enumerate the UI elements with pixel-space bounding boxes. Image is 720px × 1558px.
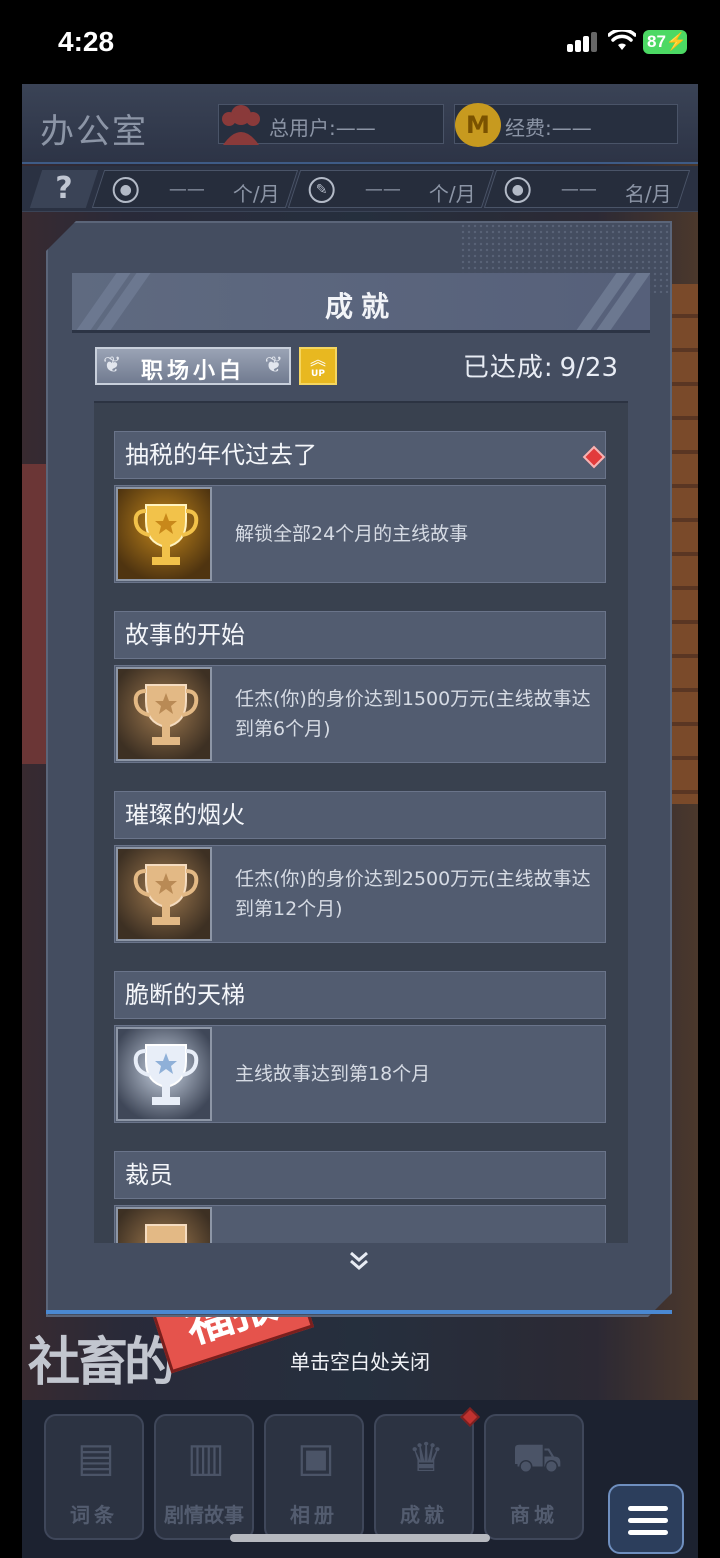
trophy-bronze-icon xyxy=(116,847,212,941)
battery-icon: 87⚡ xyxy=(643,30,687,54)
laurel-right-icon: ❦ xyxy=(264,353,283,378)
achievement-item[interactable]: 脆断的天梯 主线故事达到第18个月 xyxy=(114,971,606,1123)
trophy-icon xyxy=(132,859,200,933)
achievement-name: 故事的开始 xyxy=(114,611,606,659)
double-chevron-down-icon xyxy=(348,1251,370,1271)
achievement-body: 主线故事达到第18个月 xyxy=(114,1025,606,1123)
funds-box: M 经费:—— xyxy=(454,103,678,147)
total-users-label: 总用户:—— xyxy=(269,116,376,140)
notebook-icon: ▤ xyxy=(77,1435,115,1481)
nav-label: 剧情故事 xyxy=(164,1503,244,1527)
dialog-edge-accent xyxy=(46,1310,672,1314)
achievement-item[interactable]: 裁员 xyxy=(114,1151,606,1243)
achievement-name: 璀璨的烟火 xyxy=(114,791,606,839)
rate-person: ● —— 名/月 xyxy=(483,170,691,208)
rate-lightbulb: ● —— 个/月 xyxy=(91,170,299,208)
person-icon: ● xyxy=(504,177,531,203)
menu-icon xyxy=(628,1506,668,1511)
achievement-description: 主线故事达到第18个月 xyxy=(235,1063,431,1085)
cart-icon: ⛟ xyxy=(512,1435,563,1481)
lightbulb-icon: ● xyxy=(112,177,139,203)
up-label: UP xyxy=(311,369,325,379)
close-hint: 单击空白处关闭 xyxy=(290,1350,430,1374)
achievement-name: 脆断的天梯 xyxy=(114,971,606,1019)
achievement-body: 任杰(你)的身价达到1500万元(主线故事达到第6个月) xyxy=(114,665,606,763)
achievement-item[interactable]: 故事的开始 任杰(你)的身价达到1500万元(主线故事达到第6个月) xyxy=(114,611,606,763)
achievement-body: 解锁全部24个月的主线故事 xyxy=(114,485,606,583)
battery-level: 87 xyxy=(647,32,666,51)
photo-icon: ▣ xyxy=(297,1435,335,1481)
trophy-bronze-icon xyxy=(116,1207,212,1243)
nav-label: 相册 xyxy=(290,1503,338,1527)
total-users-box: 总用户:—— xyxy=(218,104,444,145)
achievement-name: 抽税的年代过去了 xyxy=(114,431,606,479)
rank-badge: ❦ 职场小白 ❦ xyxy=(95,347,291,385)
nav-entries[interactable]: ▤ 词条 xyxy=(44,1414,144,1540)
achievement-item[interactable]: 璀璨的烟火 任杰(你)的身价达到2500万元(主线故事达到第12个月) xyxy=(114,791,606,943)
menu-icon-line xyxy=(628,1530,668,1535)
rate-wrench: ✎ —— 个/月 xyxy=(287,170,495,208)
page-title: 办公室 xyxy=(40,112,148,152)
trophy-icon xyxy=(132,1219,200,1243)
coin-icon: M xyxy=(455,103,501,147)
help-button[interactable]: ? xyxy=(29,170,99,208)
achievement-body xyxy=(114,1205,606,1243)
rate-value: —— xyxy=(364,179,401,200)
rate-unit: 名/月 xyxy=(625,182,672,206)
achievement-description xyxy=(235,1206,595,1243)
status-time: 4:28 xyxy=(58,26,115,57)
trophy-icon xyxy=(132,1039,200,1113)
trophy-icon xyxy=(132,679,200,753)
trophy-silver-icon xyxy=(116,1027,212,1121)
rate-unit: 个/月 xyxy=(429,182,476,206)
scroll-more-button[interactable] xyxy=(48,1251,670,1276)
nav-album[interactable]: ▣ 相册 xyxy=(264,1414,364,1540)
achievement-list[interactable]: 抽税的年代过去了 解锁全部24个月的主线故事 故事的开始 任杰(你)的身价达到1… xyxy=(94,401,628,1243)
achievements-dialog: 成就 ❦ 职场小白 ❦ ︽ UP 已达成: 9/23 抽税的年代过去了 解锁全部… xyxy=(46,221,672,1317)
book-icon: ▥ xyxy=(187,1435,225,1481)
trophy-gold-icon xyxy=(116,487,212,581)
funds-label: 经费:—— xyxy=(505,116,592,140)
menu-icon-line xyxy=(628,1518,668,1523)
nav-label: 词条 xyxy=(70,1503,118,1527)
users-icon xyxy=(222,105,260,145)
achievement-description: 任杰(你)的身价达到1500万元(主线故事达到第6个月) xyxy=(235,688,591,740)
achievement-body: 任杰(你)的身价达到2500万元(主线故事达到第12个月) xyxy=(114,845,606,943)
trophy-bronze-icon xyxy=(116,667,212,761)
achievement-item[interactable]: 抽税的年代过去了 解锁全部24个月的主线故事 xyxy=(114,431,606,583)
nav-achievements[interactable]: ♛ 成就 xyxy=(374,1414,474,1540)
nav-label: 商城 xyxy=(510,1503,558,1527)
office-header: 办公室 总用户:—— M 经费:—— xyxy=(22,84,698,164)
achievement-name: 裁员 xyxy=(114,1151,606,1199)
rates-bar: ? ● —— 个/月 ✎ —— 个/月 ● —— 名/月 xyxy=(22,166,698,212)
rate-value: —— xyxy=(560,179,597,200)
achievement-description: 任杰(你)的身价达到2500万元(主线故事达到第12个月) xyxy=(235,868,591,920)
dialog-title: 成就 xyxy=(324,290,397,323)
trophy-icon: ♛ xyxy=(408,1435,444,1481)
nav-shop[interactable]: ⛟ 商城 xyxy=(484,1414,584,1540)
rank-title: 职场小白 xyxy=(140,359,245,384)
rank-up-button[interactable]: ︽ UP xyxy=(299,347,337,385)
home-indicator[interactable] xyxy=(230,1534,490,1542)
achievement-progress: 已达成: 9/23 xyxy=(463,347,618,384)
achievement-description: 解锁全部24个月的主线故事 xyxy=(235,523,469,545)
menu-button[interactable] xyxy=(608,1484,684,1554)
progress-value: 9/23 xyxy=(559,353,618,383)
logo-text: 社畜的 xyxy=(28,1333,176,1393)
nav-story[interactable]: ▥ 剧情故事 xyxy=(154,1414,254,1540)
wrench-icon: ✎ xyxy=(308,177,335,203)
trophy-icon xyxy=(132,499,200,573)
help-icon: ? xyxy=(55,171,73,206)
status-bar: 4:28 87⚡ xyxy=(0,0,720,84)
rate-value: —— xyxy=(168,179,205,200)
progress-label: 已达成: xyxy=(462,353,554,383)
dialog-titlebar: 成就 xyxy=(72,273,650,333)
wifi-icon xyxy=(608,30,636,50)
cellular-signal-icon xyxy=(567,32,599,52)
chevron-up-icon: ︽ xyxy=(309,350,326,369)
rate-unit: 个/月 xyxy=(233,182,280,206)
nav-label: 成就 xyxy=(400,1503,448,1527)
